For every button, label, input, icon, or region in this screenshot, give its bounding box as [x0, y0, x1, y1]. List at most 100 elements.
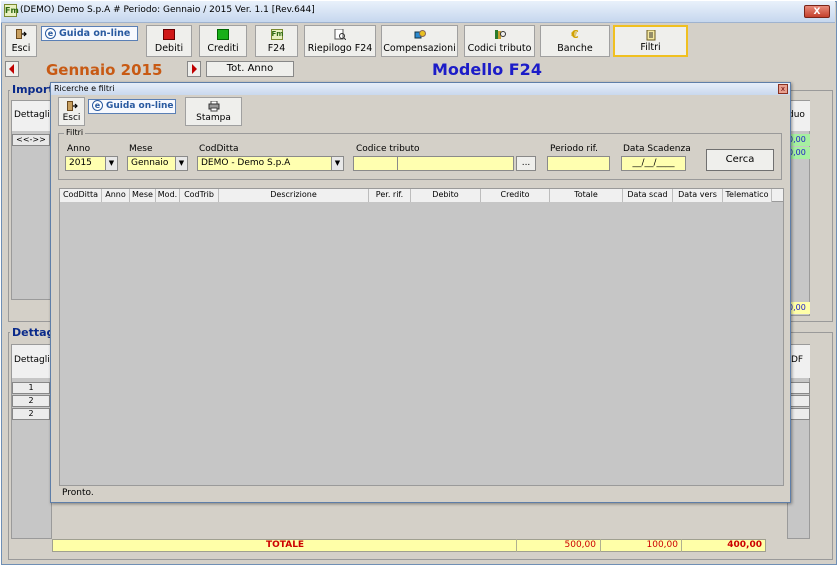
books-search-icon — [494, 30, 506, 39]
close-window-button[interactable]: X — [804, 5, 830, 18]
filtri-button[interactable]: Filtri — [613, 25, 688, 57]
compensazioni-button[interactable]: Compensazioni — [381, 25, 458, 57]
codditta-label: CodDitta — [199, 144, 239, 154]
guida-label: Guida on-line — [59, 28, 131, 39]
period-title: Gennaio 2015 — [46, 61, 163, 79]
residuo-cell-2: 0,00 — [788, 147, 810, 159]
riepilogo-f24-button[interactable]: Riepilogo F24 — [304, 25, 376, 57]
dettagli2-col-header: Dettagli — [12, 345, 51, 378]
col-mese[interactable]: Mese — [130, 189, 156, 202]
dettagli-col-header: Dettagli — [12, 101, 51, 131]
next-period-button[interactable] — [187, 61, 201, 77]
dettagli-row-2[interactable]: 2 — [12, 395, 50, 407]
debiti-label: Debiti — [154, 43, 184, 54]
filtri-group-label: Filtri — [64, 128, 86, 137]
chevron-down-icon: ▼ — [105, 157, 117, 170]
col-per-rif[interactable]: Per. rif. — [369, 189, 411, 202]
col-data-vers[interactable]: Data vers — [673, 189, 723, 202]
mese-label: Mese — [129, 144, 153, 154]
totals-divider-3 — [681, 539, 682, 552]
banche-label: Banche — [557, 43, 593, 54]
col-codditta[interactable]: CodDitta — [60, 189, 102, 202]
mese-value: Gennaio — [131, 158, 169, 168]
debiti-button[interactable]: Debiti — [146, 25, 192, 57]
dialog-close-button[interactable]: x — [778, 84, 788, 94]
filtri-label: Filtri — [640, 42, 661, 53]
banche-button[interactable]: € Banche — [540, 25, 610, 57]
chevron-down-icon: ▼ — [331, 157, 343, 170]
tot-anno-button[interactable]: Tot. Anno — [206, 61, 294, 77]
riepilogo-label: Riepilogo F24 — [307, 43, 373, 54]
euro-icon: € — [571, 28, 579, 41]
window-title: (DEMO) Demo S.p.A # Periodo: Gennaio / 2… — [20, 5, 315, 15]
prev-period-button[interactable] — [5, 61, 19, 77]
col-data-scad[interactable]: Data scad — [623, 189, 673, 202]
mese-select[interactable]: Gennaio ▼ — [127, 156, 188, 171]
model-title: Modello F24 — [432, 60, 542, 79]
col-mod[interactable]: Mod. — [156, 189, 180, 202]
exit-door-icon — [16, 29, 27, 39]
coins-stack-icon — [414, 30, 426, 39]
col-descrizione[interactable]: Descrizione — [219, 189, 369, 202]
ie-logo-icon: e — [45, 28, 56, 39]
guida-online-button[interactable]: e Guida on-line — [41, 26, 138, 41]
col-codtrib[interactable]: CodTrib — [180, 189, 219, 202]
dialog-guida-label: Guida on-line — [106, 101, 174, 111]
status-text: Pronto. — [62, 488, 94, 498]
esci-button[interactable]: Esci — [5, 25, 37, 57]
cerca-button[interactable]: Cerca — [706, 149, 774, 171]
dialog-esci-button[interactable]: Esci — [58, 97, 85, 126]
compensazioni-label: Compensazioni — [383, 43, 456, 54]
codtrib-description-input[interactable] — [397, 156, 514, 171]
dettagli-row-3[interactable]: 2 — [12, 408, 50, 420]
codtrib-code-input[interactable] — [353, 156, 398, 171]
arrow-left-icon — [9, 64, 14, 74]
printer-icon — [208, 101, 219, 112]
dialog-guida-button[interactable]: e Guida on-line — [88, 99, 176, 114]
df-col-header: DF — [788, 345, 810, 378]
dettagli-row-1[interactable]: 1 — [12, 382, 50, 394]
col-debito[interactable]: Debito — [411, 189, 481, 202]
totals-divider-1 — [516, 539, 517, 552]
crediti-label: Crediti — [207, 43, 239, 54]
stampa-button[interactable]: Stampa — [185, 97, 242, 126]
scadenza-label: Data Scadenza — [623, 144, 691, 154]
periodo-label: Periodo rif. — [550, 144, 599, 154]
dialog-title: Ricerche e filtri — [54, 84, 115, 93]
df-cell-1 — [788, 382, 810, 394]
totals-divider-2 — [600, 539, 601, 552]
df-cell-2 — [788, 395, 810, 407]
total-debito: 500,00 — [564, 540, 597, 550]
col-telematico[interactable]: Telematico — [723, 189, 772, 202]
col-credito[interactable]: Credito — [481, 189, 550, 202]
anno-select[interactable]: 2015 ▼ — [65, 156, 118, 171]
results-grid: CodDitta Anno Mese Mod. CodTrib Descrizi… — [59, 188, 784, 486]
total-saldo: 400,00 — [727, 540, 762, 550]
codici-tributo-button[interactable]: Codici tributo — [464, 25, 535, 57]
f24-button[interactable]: Fm F24 — [255, 25, 298, 57]
fm-app-icon: Fm — [4, 4, 19, 17]
crediti-button[interactable]: Crediti — [199, 25, 247, 57]
fm-icon: Fm — [270, 29, 284, 40]
stampa-label: Stampa — [196, 113, 231, 123]
red-square-icon — [163, 29, 175, 40]
esci-label: Esci — [11, 43, 31, 54]
residuo-total-cell: 0,00 — [788, 302, 810, 314]
codditta-select[interactable]: DEMO - Demo S.p.A ▼ — [197, 156, 344, 171]
ie-logo-icon: e — [92, 100, 103, 111]
scadenza-input[interactable]: __/__/____ — [621, 156, 686, 171]
periodo-input[interactable] — [547, 156, 610, 171]
totals-label: TOTALE — [266, 540, 305, 550]
col-totale[interactable]: Totale — [550, 189, 623, 202]
expand-columns-button[interactable]: <<->> — [12, 134, 50, 146]
total-credito: 100,00 — [646, 540, 679, 550]
codici-label: Codici tributo — [467, 43, 532, 54]
df-cell-3 — [788, 408, 810, 420]
f24-label: F24 — [267, 43, 286, 54]
codtrib-lookup-button[interactable]: ... — [516, 156, 536, 171]
anno-value: 2015 — [69, 158, 92, 168]
residuo-cell-1: 0,00 — [788, 134, 810, 146]
col-anno[interactable]: Anno — [102, 189, 130, 202]
arrow-right-icon — [192, 64, 197, 74]
document-magnifier-icon — [334, 29, 346, 40]
